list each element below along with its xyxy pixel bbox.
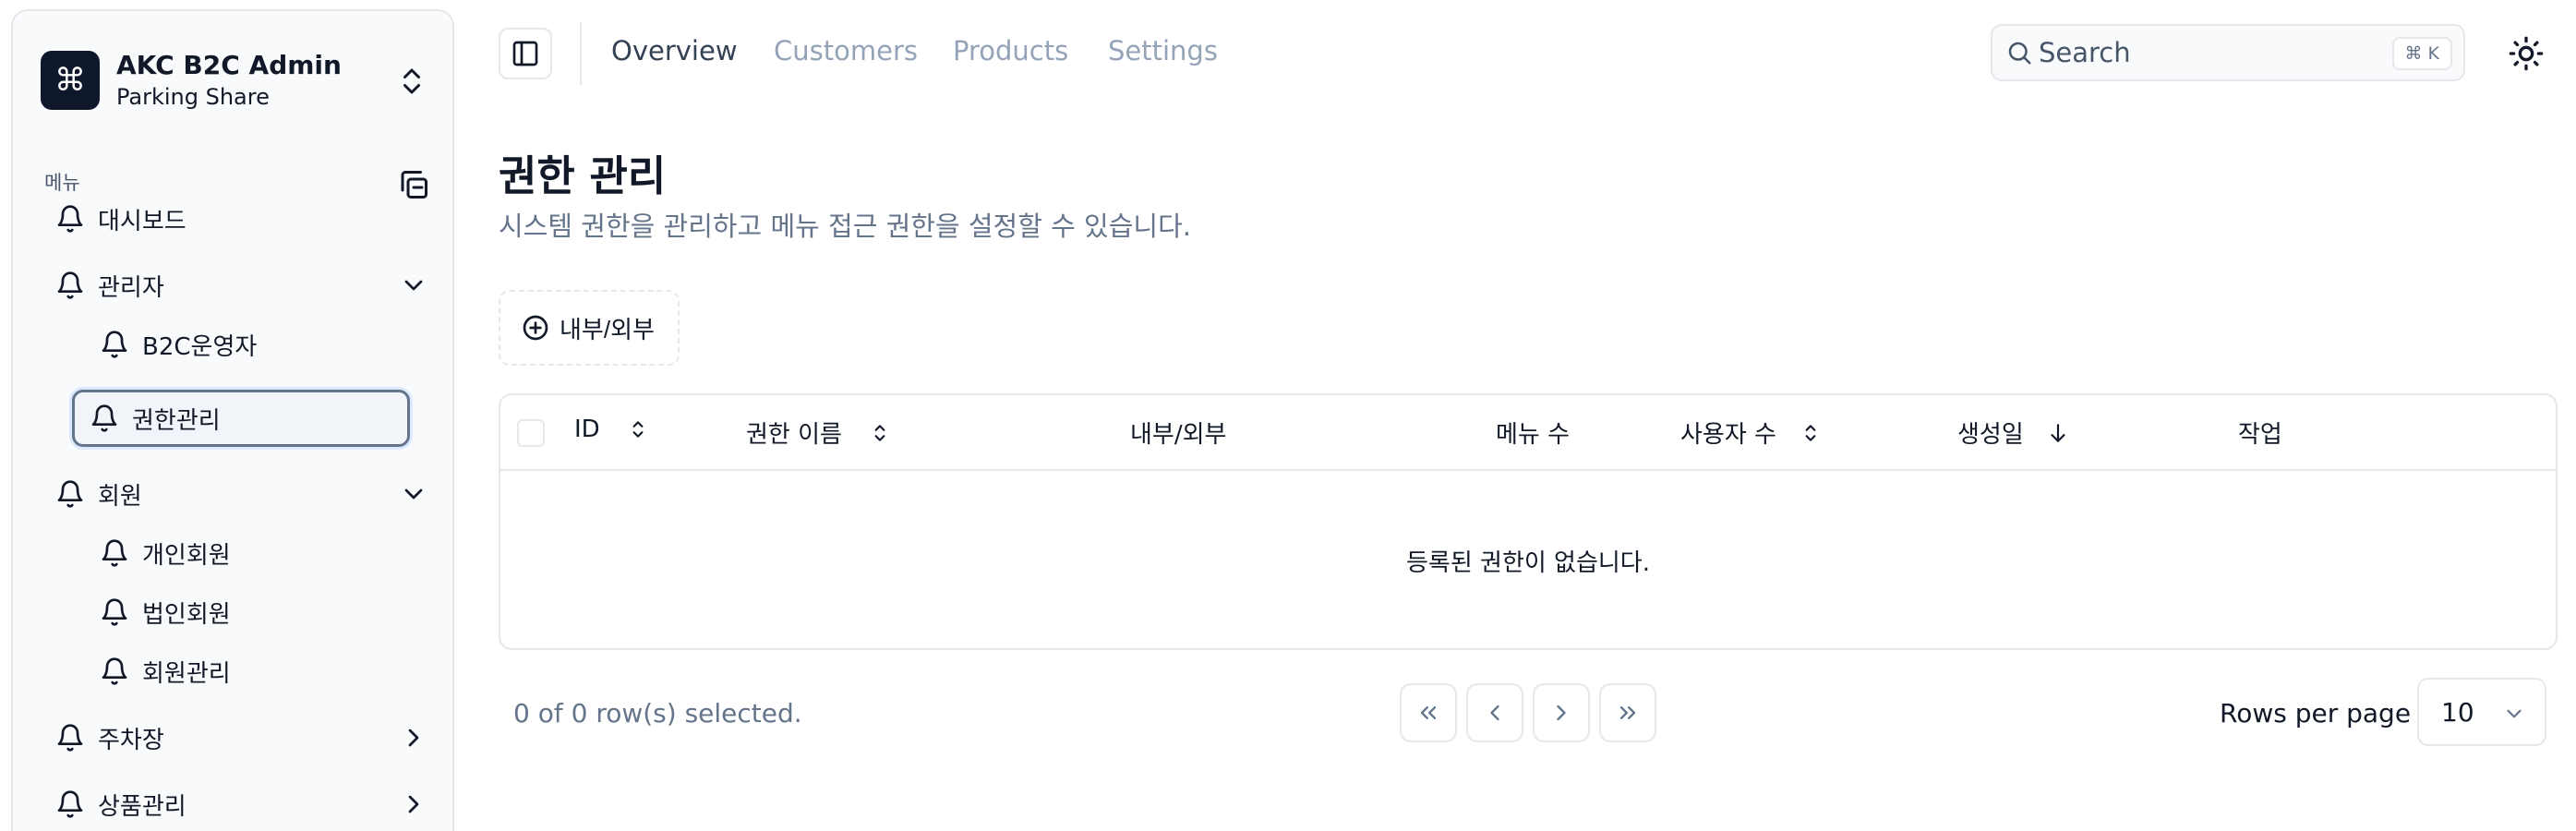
app-name: AKC B2C Admin (116, 50, 342, 80)
chevrons-up-down-icon (1799, 421, 1823, 445)
table-empty-message: 등록된 권한이 없습니다. (1406, 548, 1650, 577)
sidebar-item-permissions[interactable]: 권한관리 (72, 390, 410, 447)
sidebar-item-label: 회원 (98, 482, 142, 511)
sidebar-item-members[interactable]: 회원 (41, 469, 438, 519)
bell-icon (90, 403, 119, 433)
next-page-button[interactable] (1533, 683, 1590, 742)
column-header-internal-external: 내부/외부 (1130, 416, 1226, 450)
table-header: ID 권한 이름 내부/외부 메뉴 수 사용자 수 생성일 작업 (500, 395, 2556, 471)
search-box[interactable]: ⌘ K (1991, 24, 2465, 81)
menu-heading: 메뉴 (44, 172, 80, 194)
column-label: ID (574, 416, 600, 443)
header-divider (580, 22, 582, 85)
bell-icon (55, 789, 85, 819)
select-all-checkbox[interactable] (517, 419, 545, 447)
plus-circle-icon (521, 313, 550, 343)
column-header-actions: 작업 (2238, 416, 2282, 450)
tab-overview[interactable]: Overview (611, 35, 738, 66)
bell-icon (100, 538, 129, 568)
sidebar-item-label: 상품관리 (98, 792, 187, 821)
bell-icon (55, 204, 85, 234)
tab-customers[interactable]: Customers (774, 35, 918, 66)
sidebar-item-label: 주차장 (98, 726, 164, 754)
rows-per-page-label: Rows per page (2220, 698, 2412, 729)
tab-products[interactable]: Products (953, 35, 1068, 66)
tab-settings[interactable]: Settings (1108, 35, 1218, 66)
chevrons-up-down-icon (626, 417, 650, 441)
sidebar-item-label: B2C운영자 (142, 332, 258, 361)
sidebar-item-individual-members[interactable]: 개인회원 (85, 528, 410, 578)
sidebar: ⌘ AKC B2C Admin Parking Share 메뉴 대시보드 관리… (11, 9, 454, 831)
column-header-permission-name[interactable]: 권한 이름 (746, 416, 892, 450)
chevron-left-icon (1482, 700, 1508, 726)
app-subtitle: Parking Share (116, 84, 270, 110)
chevrons-right-icon (1615, 700, 1641, 726)
sidebar-item-label: 회원관리 (142, 659, 231, 688)
panel-left-icon (511, 39, 540, 68)
previous-page-button[interactable] (1466, 683, 1523, 742)
sidebar-item-products[interactable]: 상품관리 (41, 779, 438, 829)
search-input[interactable] (2039, 37, 2389, 68)
sidebar-item-admin[interactable]: 관리자 (41, 260, 438, 310)
search-icon (2005, 39, 2033, 66)
column-label: 사용자 수 (1680, 421, 1776, 449)
sidebar-item-member-management[interactable]: 회원관리 (85, 646, 410, 696)
internal-external-filter-button[interactable]: 내부/외부 (499, 290, 680, 366)
column-header-menu-count: 메뉴 수 (1496, 416, 1570, 450)
bell-icon (55, 271, 85, 300)
sidebar-item-label: 권한관리 (132, 406, 221, 435)
chevron-right-icon (399, 789, 428, 819)
rows-per-page-select[interactable]: 10 (2417, 678, 2546, 746)
sidebar-item-label: 법인회원 (142, 600, 231, 629)
first-page-button[interactable] (1400, 683, 1457, 742)
bell-icon (100, 597, 129, 627)
column-header-created-date[interactable]: 생성일 (1957, 416, 2070, 450)
chevron-down-icon (2502, 702, 2526, 726)
bell-icon (55, 723, 85, 753)
chevron-down-icon (399, 271, 428, 300)
column-label: 생성일 (1957, 421, 2024, 449)
column-label: 권한 이름 (746, 421, 842, 449)
sidebar-toggle-button[interactable] (499, 28, 552, 79)
chevron-right-icon (1548, 700, 1574, 726)
bell-icon (55, 479, 85, 509)
arrow-down-icon (2046, 421, 2070, 445)
sidebar-item-parking[interactable]: 주차장 (41, 713, 438, 763)
column-header-user-count[interactable]: 사용자 수 (1680, 416, 1823, 450)
page-title: 권한 관리 (499, 151, 667, 200)
sun-icon[interactable] (2508, 35, 2545, 72)
sidebar-item-corporate-members[interactable]: 법인회원 (85, 587, 410, 637)
search-shortcut-badge: ⌘ K (2391, 37, 2452, 70)
selected-rows-count: 0 of 0 row(s) selected. (513, 698, 802, 729)
filter-label: 내부/외부 (560, 315, 655, 343)
chevron-right-icon (399, 723, 428, 753)
bell-icon (100, 656, 129, 686)
sidebar-item-dashboard[interactable]: 대시보드 (41, 194, 438, 244)
sidebar-item-label: 관리자 (98, 273, 164, 302)
app-root: ⌘ AKC B2C Admin Parking Share 메뉴 대시보드 관리… (0, 0, 2576, 831)
column-label: 내부/외부 (1130, 421, 1227, 449)
chevrons-up-down-icon (395, 65, 428, 98)
sidebar-item-label: 대시보드 (98, 207, 187, 235)
page-description: 시스템 권한을 관리하고 메뉴 접근 권한을 설정할 수 있습니다. (499, 211, 1191, 242)
chevrons-up-down-icon (868, 421, 892, 445)
column-label: 작업 (2238, 421, 2282, 449)
permissions-table: ID 권한 이름 내부/외부 메뉴 수 사용자 수 생성일 작업 등록된 권한이… (499, 393, 2558, 650)
chevron-down-icon (399, 479, 428, 509)
command-icon: ⌘ (41, 51, 100, 110)
chevrons-left-icon (1415, 700, 1441, 726)
last-page-button[interactable] (1599, 683, 1656, 742)
column-label: 메뉴 수 (1496, 421, 1571, 449)
sidebar-item-label: 개인회원 (142, 541, 231, 570)
column-header-id[interactable]: ID (574, 416, 650, 443)
rows-per-page-value: 10 (2441, 696, 2474, 728)
workspace-switcher[interactable]: ⌘ AKC B2C Admin Parking Share (41, 39, 428, 122)
sidebar-item-b2c-operator[interactable]: B2C운영자 (85, 319, 410, 369)
bell-icon (100, 330, 129, 359)
